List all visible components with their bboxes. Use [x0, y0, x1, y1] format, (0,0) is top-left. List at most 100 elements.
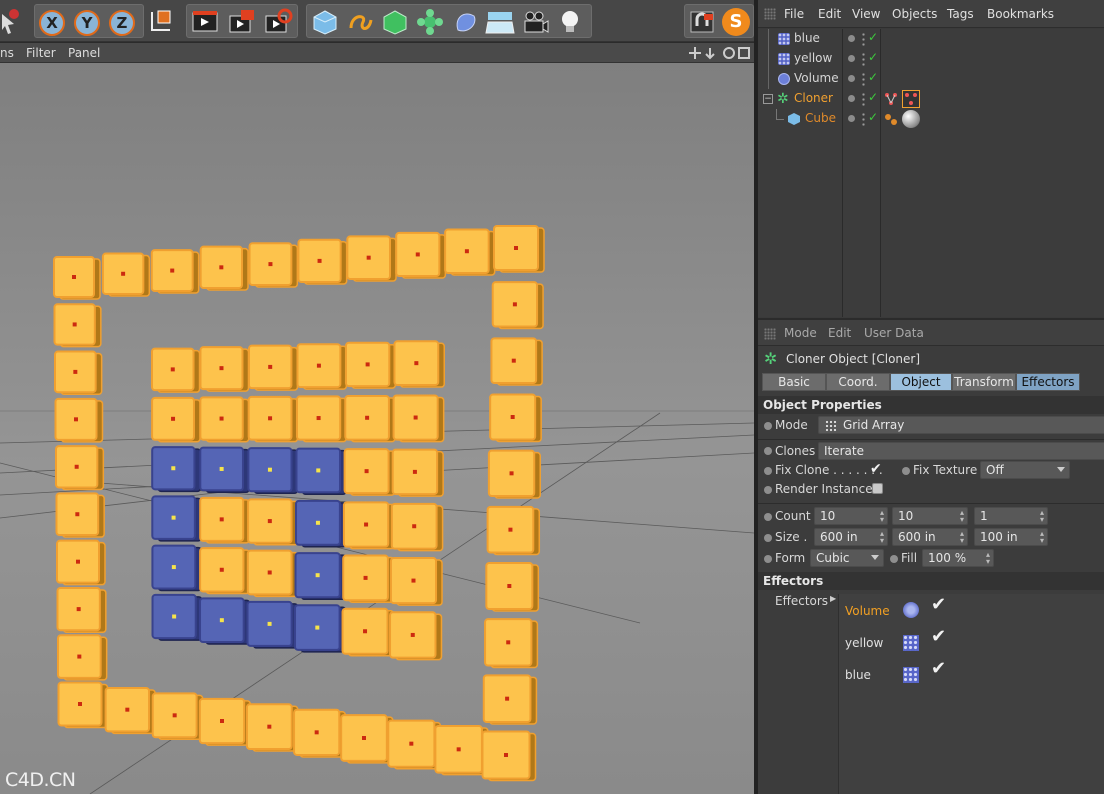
tab-effectors[interactable]: Effectors — [1016, 373, 1080, 391]
visibility-dot[interactable] — [848, 115, 855, 122]
coordinate-system-icon[interactable] — [146, 6, 176, 36]
viewport-nav-icons[interactable] — [688, 46, 752, 60]
live-selection-icon[interactable] — [0, 6, 22, 36]
viewport-menu-filter[interactable]: Filter — [26, 46, 56, 60]
form-animate-dot[interactable] — [764, 555, 772, 563]
cube-icon[interactable] — [310, 8, 340, 36]
yellow-clone-cube[interactable] — [199, 496, 250, 544]
yellow-clone-cube[interactable] — [53, 256, 101, 300]
yellow-clone-cube[interactable] — [247, 498, 299, 546]
visibility-dot[interactable] — [848, 35, 855, 42]
yellow-clone-cube[interactable] — [481, 730, 537, 782]
fill-input[interactable]: 100 % ▴ ▾ — [922, 549, 994, 567]
effectors-list[interactable]: Volume ✔ yellow ✔ blue ✔ — [838, 594, 1104, 794]
yellow-clone-cube[interactable] — [393, 340, 445, 388]
yellow-clone-cube[interactable] — [199, 547, 251, 595]
fix-texture-animate-dot[interactable] — [902, 467, 910, 475]
yellow-clone-cube[interactable] — [296, 343, 348, 390]
size-y-input[interactable]: 600 in ▴ ▾ — [892, 528, 968, 546]
floor-icon[interactable] — [485, 8, 515, 36]
blue-clone-cube[interactable] — [295, 499, 347, 548]
yellow-clone-cube[interactable] — [293, 708, 347, 758]
yellow-clone-cube[interactable] — [247, 344, 299, 391]
blue-clone-cube[interactable] — [151, 593, 203, 641]
magnet-icon[interactable] — [687, 8, 717, 36]
object-row-cube[interactable]: Cube ✓ — [758, 109, 1104, 129]
clones-animate-dot[interactable] — [764, 447, 772, 455]
enabled-check-icon[interactable]: ✓ — [868, 50, 878, 64]
object-row-volume[interactable]: Volume ✓ — [758, 69, 1104, 89]
blue-clone-cube[interactable] — [199, 597, 251, 645]
yellow-clone-cube[interactable] — [55, 492, 105, 538]
blue-clone-cube[interactable] — [247, 447, 299, 494]
yellow-clone-cube[interactable] — [150, 249, 200, 294]
yellow-clone-cube[interactable] — [484, 618, 539, 669]
yellow-clone-cube[interactable] — [53, 303, 102, 348]
om-menu-objects[interactable]: Objects — [892, 7, 937, 21]
yellow-clone-cube[interactable] — [198, 697, 251, 746]
mograph-tag-icon[interactable] — [884, 92, 898, 106]
visibility-dot[interactable] — [848, 75, 855, 82]
yellow-clone-cube[interactable] — [390, 502, 444, 552]
tab-basic[interactable]: Basic — [762, 373, 826, 391]
render-instances-animate-dot[interactable] — [764, 486, 772, 494]
yellow-clone-cube[interactable] — [395, 231, 447, 279]
yellow-clone-cube[interactable] — [444, 228, 496, 276]
count-x-input[interactable]: 10 ▴ ▾ — [814, 507, 888, 525]
nurbs-icon[interactable] — [380, 8, 410, 36]
material-tag-icon[interactable] — [902, 110, 920, 128]
object-row-yellow[interactable]: yellow ✓ — [758, 49, 1104, 69]
render-view-icon[interactable] — [190, 8, 220, 36]
om-menu-view[interactable]: View — [852, 7, 880, 21]
effector-enabled-check-icon[interactable]: ✔ — [931, 594, 946, 615]
expand-arrow-icon[interactable]: ▶ — [830, 594, 836, 603]
yellow-clone-cube[interactable] — [387, 719, 442, 770]
render-picture-icon[interactable] — [227, 8, 257, 36]
viewport-menu-options[interactable]: ns — [0, 46, 14, 60]
yellow-clone-cube[interactable] — [57, 681, 109, 729]
yellow-clone-cube[interactable] — [485, 562, 540, 612]
object-name[interactable]: yellow — [794, 51, 832, 65]
effector-enabled-check-icon[interactable]: ✔ — [931, 658, 946, 679]
count-z-input[interactable]: 1 ▴ ▾ — [974, 507, 1048, 525]
yellow-clone-cube[interactable] — [101, 252, 151, 297]
yellow-clone-cube[interactable] — [56, 586, 107, 634]
tab-object[interactable]: Object — [890, 373, 952, 391]
blue-clone-cube[interactable] — [199, 446, 250, 494]
om-menu-edit[interactable]: Edit — [818, 7, 841, 21]
blue-clone-cube[interactable] — [151, 446, 202, 493]
size-x-input[interactable]: 600 in ▴ ▾ — [814, 528, 888, 546]
yellow-clone-cube[interactable] — [344, 394, 396, 443]
x-axis-lock-button[interactable]: X — [39, 10, 65, 36]
object-row-blue[interactable]: blue ✓ — [758, 29, 1104, 49]
grip-icon[interactable] — [764, 8, 776, 20]
yellow-clone-cube[interactable] — [245, 703, 299, 752]
object-name[interactable]: Cube — [805, 111, 836, 125]
yellow-clone-cube[interactable] — [248, 242, 299, 288]
blue-clone-cube[interactable] — [246, 600, 299, 649]
fix-texture-select[interactable]: Off — [980, 461, 1070, 479]
object-row-cloner[interactable]: − ✲ Cloner ✓ — [758, 89, 1104, 109]
viewport-3d-scene[interactable] — [0, 63, 754, 794]
blue-clone-cube[interactable] — [295, 447, 347, 495]
yellow-clone-cube[interactable] — [295, 395, 347, 443]
count-animate-dot[interactable] — [764, 513, 772, 521]
yellow-clone-cube[interactable] — [487, 449, 541, 499]
enabled-check-icon[interactable]: ✓ — [868, 70, 878, 84]
mograph-selection-tag-icon[interactable] — [884, 112, 898, 126]
yellow-clone-cube[interactable] — [346, 235, 397, 282]
spline-icon[interactable] — [345, 8, 375, 36]
enabled-check-icon[interactable]: ✓ — [868, 30, 878, 44]
yellow-clone-cube[interactable] — [199, 346, 250, 392]
cloner-icon[interactable] — [415, 8, 445, 36]
yellow-clone-cube[interactable] — [55, 445, 105, 491]
yellow-clone-cube[interactable] — [343, 448, 396, 496]
camera-icon[interactable] — [520, 8, 550, 36]
tab-coord[interactable]: Coord. — [826, 373, 890, 391]
om-menu-tags[interactable]: Tags — [947, 7, 974, 21]
yellow-clone-cube[interactable] — [151, 692, 204, 741]
am-menu-mode[interactable]: Mode — [784, 326, 817, 340]
blue-clone-cube[interactable] — [294, 604, 347, 653]
fix-clone-checkbox[interactable]: ✔ — [870, 461, 882, 477]
count-y-input[interactable]: 10 ▴ ▾ — [892, 507, 968, 525]
